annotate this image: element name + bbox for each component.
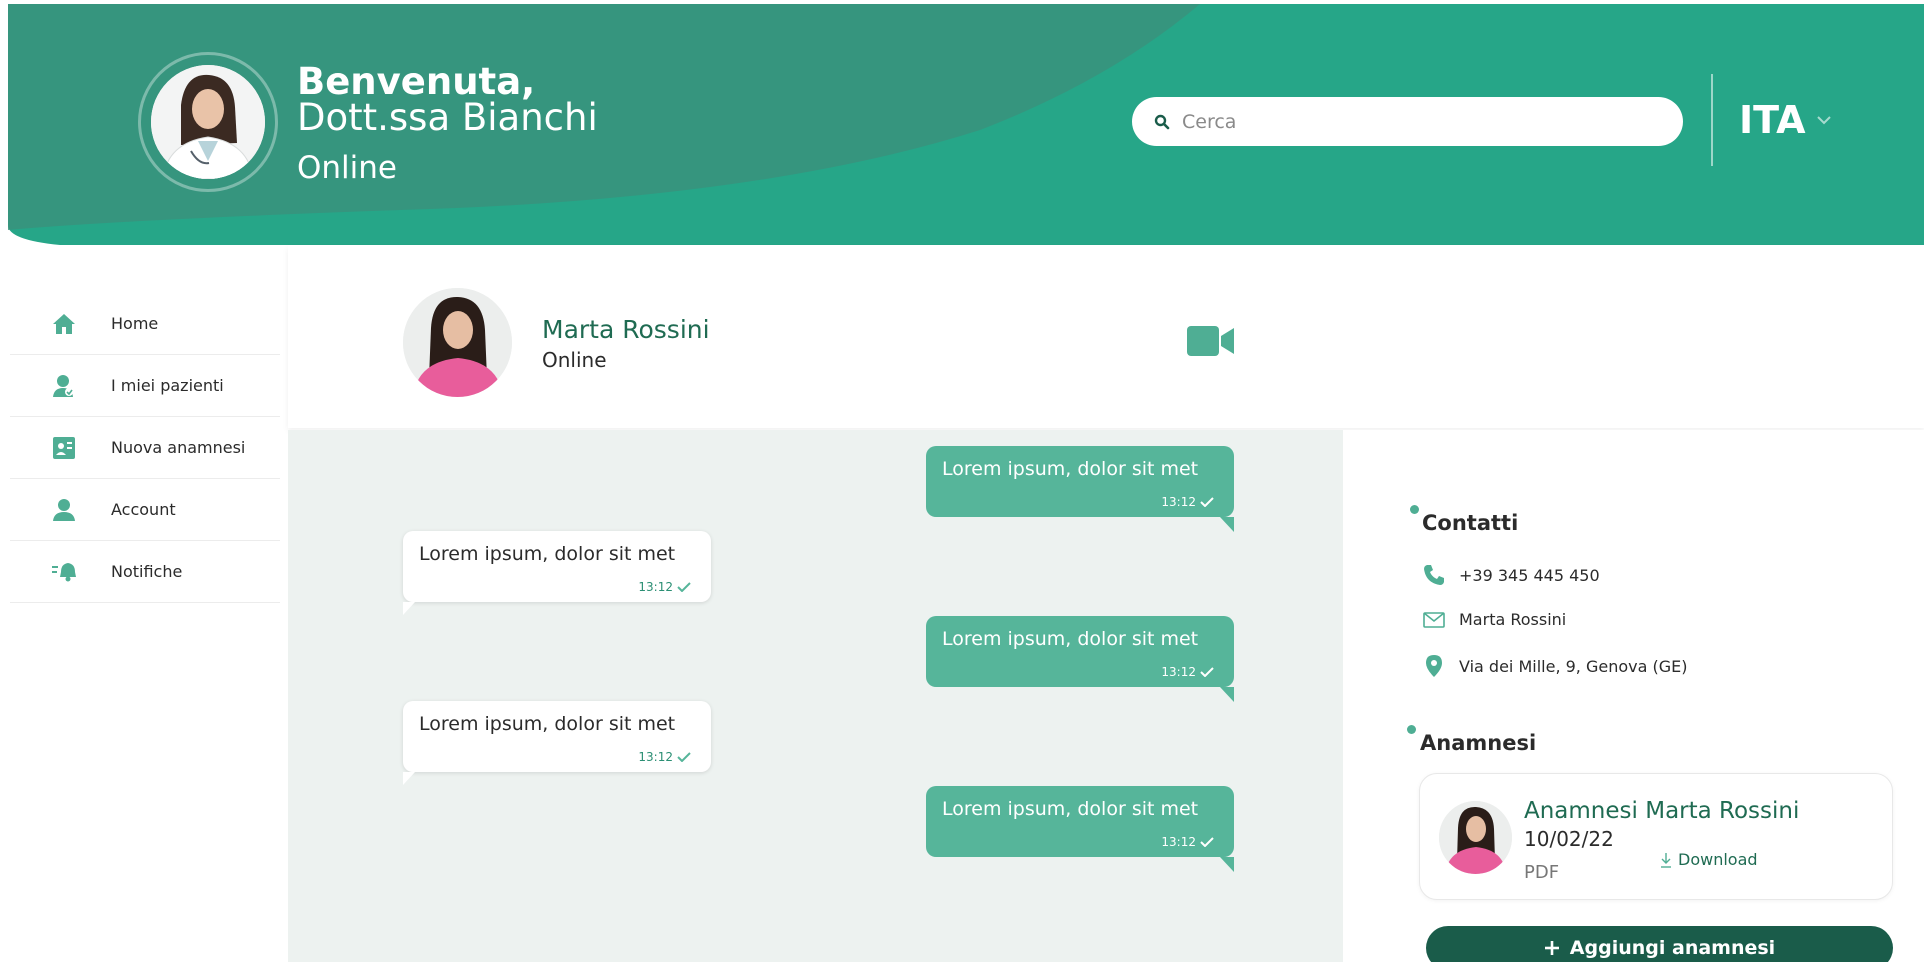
message-meta: 13:12	[638, 580, 691, 594]
message-time: 13:12	[1161, 835, 1196, 849]
sidebar-item-account[interactable]: Account	[10, 479, 280, 541]
patient-avatar[interactable]	[403, 288, 512, 397]
anamnesi-title: Anamnesi	[1420, 731, 1537, 755]
patients-icon	[52, 374, 112, 398]
message-text: Lorem ipsum, dolor sit met	[942, 628, 1199, 650]
anamnesi-card-type: PDF	[1524, 862, 1560, 883]
read-check-icon	[677, 752, 691, 762]
anamnesi-card-title: Anamnesi Marta Rossini	[1524, 798, 1800, 824]
message-incoming: Lorem ipsum, dolor sit met 13:12	[403, 701, 711, 785]
message-text: Lorem ipsum, dolor sit met	[419, 713, 676, 735]
chat-header: Marta Rossini Online	[288, 245, 1924, 428]
language-label: ITA	[1739, 98, 1806, 142]
message-time: 13:12	[1161, 495, 1196, 509]
read-check-icon	[1200, 837, 1214, 847]
add-anamnesis-button[interactable]: Aggiungi anamnesi	[1426, 926, 1893, 962]
bubble-tail	[403, 772, 415, 785]
sidebar-item-label: I miei pazienti	[111, 376, 224, 395]
read-check-icon	[1200, 497, 1214, 507]
message-outgoing: Lorem ipsum, dolor sit met 13:12	[926, 446, 1234, 532]
sidebar: Home I miei pazienti Nuova anamnesi Acco…	[0, 245, 288, 962]
message-time: 13:12	[638, 750, 673, 764]
add-anamnesis-label: Aggiungi anamnesi	[1569, 937, 1776, 959]
doctor-avatar[interactable]	[138, 52, 278, 192]
search-input[interactable]	[1182, 110, 1662, 133]
app-header: Benvenuta, Dott.ssa Bianchi Online ITA	[0, 0, 1924, 245]
bubble-tail	[1220, 687, 1234, 702]
message-incoming: Lorem ipsum, dolor sit met 13:12	[403, 531, 711, 615]
patient-info-panel: Contatti +39 345 445 450 Marta Rossini V…	[1343, 430, 1924, 962]
patient-status: Online	[542, 348, 607, 372]
sidebar-item-home[interactable]: Home	[10, 293, 280, 355]
download-icon	[1661, 852, 1671, 868]
mail-icon	[1423, 611, 1445, 628]
bubble-tail	[403, 602, 415, 615]
sidebar-item-label: Account	[111, 500, 176, 519]
contact-phone[interactable]: +39 345 445 450	[1423, 564, 1600, 586]
message-outgoing: Lorem ipsum, dolor sit met 13:12	[926, 616, 1234, 702]
language-selector[interactable]: ITA	[1739, 98, 1832, 142]
download-button[interactable]: Download	[1660, 850, 1758, 869]
read-check-icon	[1200, 667, 1214, 677]
section-bullet	[1410, 505, 1419, 514]
anamnesi-card[interactable]: Anamnesi Marta Rossini 10/02/22 PDF Down…	[1419, 773, 1893, 900]
phone-icon	[1423, 564, 1445, 586]
sidebar-item-label: Notifiche	[111, 562, 183, 581]
chevron-down-icon	[1816, 116, 1831, 125]
contact-address-value: Via dei Mille, 9, Genova (GE)	[1459, 656, 1688, 676]
message-meta: 13:12	[1161, 495, 1214, 509]
anamnesi-card-date: 10/02/22	[1524, 827, 1614, 851]
home-icon	[52, 313, 112, 335]
message-meta: 13:12	[638, 750, 691, 764]
video-call-button[interactable]	[1187, 325, 1235, 361]
search-icon	[1154, 114, 1170, 129]
bubble-tail	[1220, 517, 1234, 532]
section-bullet	[1407, 725, 1416, 734]
message-time: 13:12	[1161, 665, 1196, 679]
doctor-name: Dott.ssa Bianchi	[297, 96, 598, 139]
account-icon	[52, 498, 112, 522]
welcome-greeting: Benvenuta,	[297, 60, 536, 103]
contact-email-value: Marta Rossini	[1459, 610, 1567, 629]
sidebar-item-label: Home	[111, 314, 159, 333]
doctor-status: Online	[297, 150, 397, 186]
patient-portrait-image	[403, 288, 512, 397]
bubble-tail	[1220, 857, 1234, 872]
chat-messages: Lorem ipsum, dolor sit met 13:12 Lorem i…	[288, 430, 1343, 962]
patient-portrait-image	[1439, 801, 1512, 874]
contact-phone-value: +39 345 445 450	[1459, 565, 1600, 585]
patient-name: Marta Rossini	[542, 315, 710, 344]
sidebar-item-notifications[interactable]: Notifiche	[10, 541, 280, 603]
video-camera-icon	[1187, 326, 1234, 356]
plus-icon	[1544, 941, 1559, 955]
message-text: Lorem ipsum, dolor sit met	[419, 543, 676, 565]
doctor-portrait-image	[151, 65, 265, 179]
welcome-block: Benvenuta, Dott.ssa Bianchi Online	[297, 60, 598, 186]
header-divider	[1711, 74, 1713, 166]
sidebar-item-new-anamnesis[interactable]: Nuova anamnesi	[10, 417, 280, 479]
message-meta: 13:12	[1161, 835, 1214, 849]
message-text: Lorem ipsum, dolor sit met	[942, 458, 1199, 480]
read-check-icon	[677, 582, 691, 592]
message-meta: 13:12	[1161, 665, 1214, 679]
contact-address[interactable]: Via dei Mille, 9, Genova (GE)	[1423, 654, 1688, 678]
download-label: Download	[1678, 850, 1758, 869]
sidebar-item-label: Nuova anamnesi	[111, 438, 246, 457]
bell-icon	[52, 561, 112, 583]
contacts-title: Contatti	[1422, 511, 1519, 535]
contact-email[interactable]: Marta Rossini	[1423, 610, 1566, 629]
message-time: 13:12	[638, 580, 673, 594]
message-outgoing: Lorem ipsum, dolor sit met 13:12	[926, 786, 1234, 872]
message-text: Lorem ipsum, dolor sit met	[942, 798, 1199, 820]
search-bar[interactable]	[1132, 97, 1683, 146]
sidebar-item-patients[interactable]: I miei pazienti	[10, 355, 280, 417]
location-pin-icon	[1423, 654, 1445, 678]
anamnesi-patient-avatar	[1439, 801, 1512, 874]
new-anamnesis-icon	[52, 436, 112, 460]
